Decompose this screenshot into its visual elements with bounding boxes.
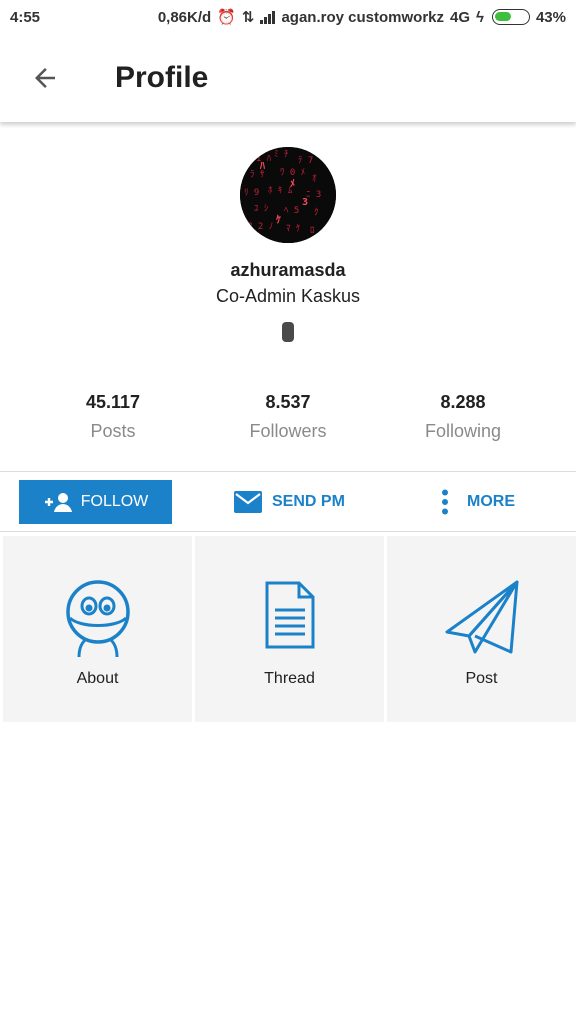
send-pm-label: SEND PM xyxy=(272,493,345,510)
svg-text:3: 3 xyxy=(302,197,308,208)
profile-stats: 45.117 Posts 8.537 Followers 8.288 Follo… xyxy=(0,392,576,452)
more-button[interactable]: MORE xyxy=(441,480,515,524)
page-title: Profile xyxy=(115,61,209,94)
svg-text:ﾘ 9: ﾘ 9 xyxy=(244,188,259,198)
add-user-icon xyxy=(44,493,72,512)
stat-label: Following xyxy=(424,421,502,441)
more-label: MORE xyxy=(467,493,515,510)
svg-text:ｸ: ｸ xyxy=(314,207,319,218)
arrow-left-icon xyxy=(35,68,55,88)
username: azhuramasda xyxy=(230,260,346,280)
more-vertical-icon xyxy=(442,489,448,515)
svg-text:ﾆ 3: ﾆ 3 xyxy=(306,190,321,200)
svg-text:ﾐ ﾁ: ﾐ ﾁ xyxy=(274,149,289,160)
avatar-image: ｦ 1 ﾊ ﾐ ﾁ ﾃ 7 ﾅ ﾗ ｻ ﾜ 0 ﾒ ｵ ﾘ 9 ﾎ ｷ ﾑ ﾆ … xyxy=(240,147,336,243)
svg-text:ｹ: ｹ xyxy=(276,214,281,226)
alarm-icon: ⏰ xyxy=(217,9,236,26)
stat-label: Followers xyxy=(249,421,327,441)
svg-text:ﾃ 7: ﾃ 7 xyxy=(298,155,313,166)
app-bar: Profile xyxy=(0,34,576,122)
profile-tiles: About Thread Post xyxy=(3,536,576,722)
stat-followers[interactable]: 8.537 Followers xyxy=(213,392,363,442)
battery-icon xyxy=(491,9,530,25)
divider xyxy=(0,471,576,472)
status-bar: 4:55 0,86K/d ⏰ ⇅ agan.roy customworkz 4G… xyxy=(0,0,576,34)
document-icon xyxy=(265,581,314,649)
net-speed: 0,86K/d xyxy=(157,8,212,26)
tile-label: Thread xyxy=(264,670,315,687)
divider xyxy=(0,531,576,532)
avatar[interactable]: ｦ 1 ﾊ ﾐ ﾁ ﾃ 7 ﾅ ﾗ ｻ ﾜ 0 ﾒ ｵ ﾘ 9 ﾎ ｷ ﾑ ﾆ … xyxy=(240,147,336,243)
stat-value: 45.117 xyxy=(85,392,141,412)
tile-label: Post xyxy=(465,670,498,687)
svg-text:ﾏ ｹ: ﾏ ｹ xyxy=(286,223,301,234)
user-role: Co-Admin Kaskus xyxy=(215,286,361,306)
svg-text:ｵ: ｵ xyxy=(312,173,317,184)
svg-text:ｦ 1 ﾊ: ｦ 1 ﾊ xyxy=(246,154,272,164)
send-pm-button[interactable]: SEND PM xyxy=(234,480,345,524)
battery-percent: 43% xyxy=(535,8,566,26)
svg-text:ﾜ 0 ﾒ: ﾜ 0 ﾒ xyxy=(280,168,305,178)
svg-text:ﾊ: ﾊ xyxy=(259,161,265,172)
follow-button[interactable]: FOLLOW xyxy=(19,480,172,524)
svg-text:ﾛ: ﾛ xyxy=(310,226,315,236)
paper-plane-icon xyxy=(445,580,518,654)
back-button[interactable] xyxy=(15,48,75,108)
svg-text:ﾅ: ﾅ xyxy=(320,151,325,162)
tile-label: About xyxy=(76,670,119,687)
tile-post[interactable]: Post xyxy=(387,536,576,722)
stat-label: Posts xyxy=(90,421,136,441)
tile-thread[interactable]: Thread xyxy=(195,536,384,722)
stat-following[interactable]: 8.288 Following xyxy=(388,392,538,442)
profile-actions: FOLLOW SEND PM MORE xyxy=(0,473,576,531)
signal-icon xyxy=(260,10,276,24)
svg-text:ﾍ 5: ﾍ 5 xyxy=(284,206,299,216)
follow-label: FOLLOW xyxy=(80,493,149,510)
network-type: 4G xyxy=(450,8,471,26)
svg-text:ﾀ 2 ﾉ: ﾀ 2 ﾉ xyxy=(248,221,273,232)
stat-value: 8.288 xyxy=(440,392,486,412)
data-transfer-icon: ⇅ xyxy=(241,9,255,26)
smiley-face-icon xyxy=(65,580,130,658)
svg-text:ﾒ: ﾒ xyxy=(290,178,295,190)
status-time: 4:55 xyxy=(10,8,41,26)
mail-icon xyxy=(234,491,262,513)
rank-badge-icon xyxy=(282,322,294,342)
carrier-name: agan.roy customworkz xyxy=(281,8,444,26)
stat-posts[interactable]: 45.117 Posts xyxy=(38,392,188,442)
stat-value: 8.537 xyxy=(265,392,311,412)
tile-about[interactable]: About xyxy=(3,536,192,722)
svg-text:ﾕ ｼ: ﾕ ｼ xyxy=(254,204,269,214)
charging-icon: ϟ xyxy=(476,8,484,26)
status-indicators: 0,86K/d ⏰ ⇅ agan.roy customworkz 4G ϟ 43… xyxy=(157,8,566,27)
